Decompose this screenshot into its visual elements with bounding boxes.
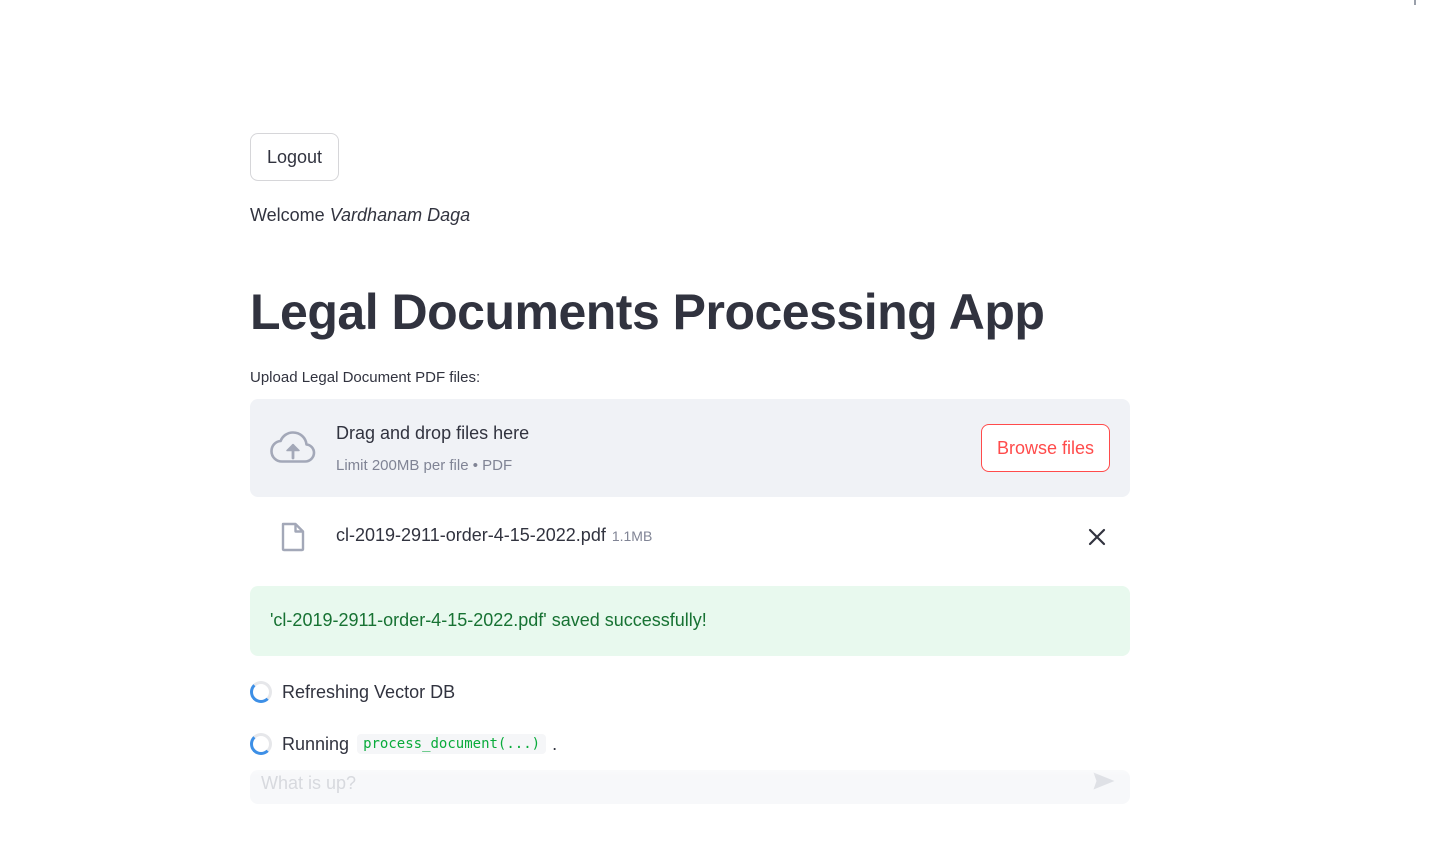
file-icon — [281, 522, 305, 552]
chat-input[interactable] — [250, 770, 1083, 804]
file-uploader-label: Upload Legal Document PDF files: — [250, 369, 481, 386]
uploaded-file-name-row: cl-2019-2911-order-4-15-2022.pdf 1.1MB — [336, 525, 652, 546]
cloud-upload-icon — [270, 431, 316, 463]
refresh-status-text: Refreshing Vector DB — [282, 681, 456, 702]
running-function-code: process_document(...) — [357, 734, 547, 754]
page-title: Legal Documents Processing App — [250, 284, 1045, 340]
logout-button[interactable]: Logout — [250, 133, 340, 181]
uploaded-file-size: 1.1MB — [611, 528, 653, 544]
running-status: Running process_document(...) . — [250, 729, 557, 759]
running-status-prefix: Running — [282, 733, 350, 754]
spinner-icon — [250, 681, 272, 703]
browse-files-button[interactable]: Browse files — [980, 424, 1110, 472]
close-icon[interactable] — [1086, 526, 1108, 548]
spinner-icon — [250, 733, 272, 755]
uploaded-file-name: cl-2019-2911-order-4-15-2022.pdf — [336, 525, 606, 545]
dropzone-limit-text: Limit 200MB per file • PDF — [336, 457, 513, 474]
welcome-user-name: Vardhanam Daga — [329, 205, 471, 225]
running-status-suffix: . — [552, 733, 558, 754]
refresh-status: Refreshing Vector DB — [250, 677, 455, 707]
uploaded-file-row: cl-2019-2911-order-4-15-2022.pdf 1.1MB — [250, 512, 1130, 560]
success-message: 'cl-2019-2911-order-4-15-2022.pdf' saved… — [270, 610, 707, 630]
window-corner-mark — [1414, 0, 1416, 5]
welcome-prefix: Welcome — [250, 205, 330, 225]
dropzone-title: Drag and drop files here — [336, 423, 530, 443]
send-icon[interactable] — [1092, 771, 1116, 791]
welcome-message: Welcome Vardhanam Daga — [250, 205, 470, 226]
success-alert: 'cl-2019-2911-order-4-15-2022.pdf' saved… — [250, 586, 1130, 656]
file-dropzone[interactable]: Drag and drop files here Limit 200MB per… — [250, 399, 1130, 497]
chat-input-container — [250, 770, 1130, 804]
